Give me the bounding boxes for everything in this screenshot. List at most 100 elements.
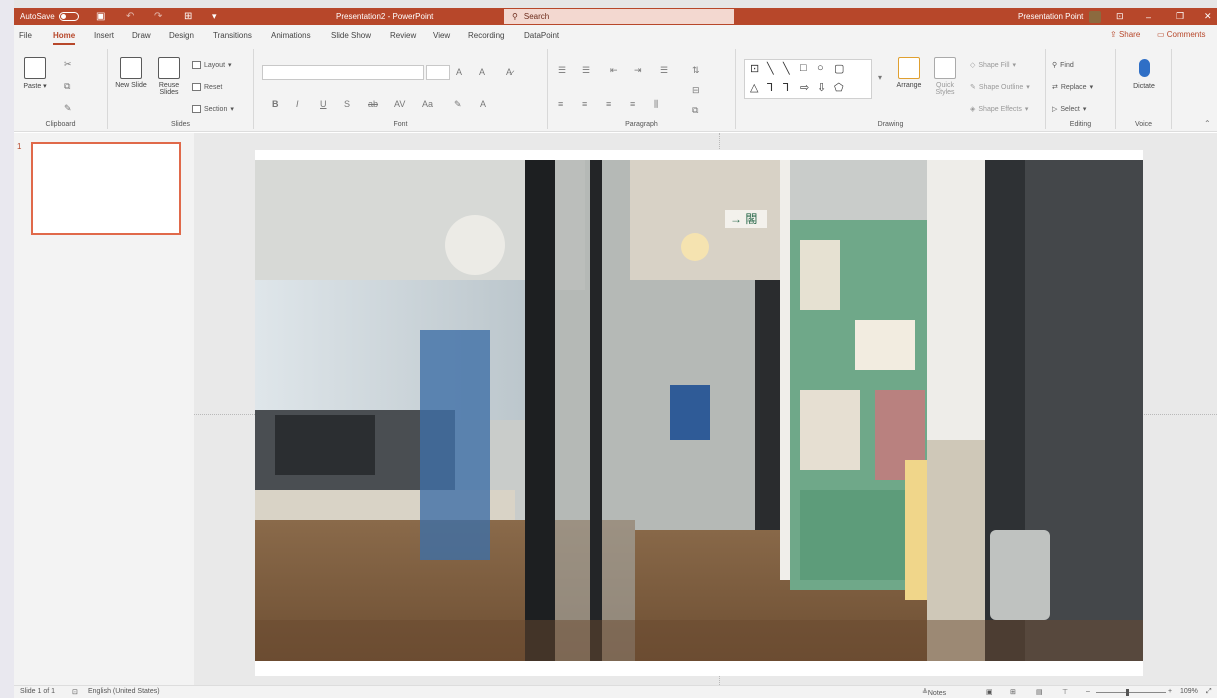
strikethrough-icon[interactable]: ab <box>368 99 378 109</box>
tab-datapoint[interactable]: DataPoint <box>524 31 559 40</box>
font-name-box[interactable] <box>262 65 424 80</box>
columns-icon[interactable]: ⫼ <box>654 99 658 110</box>
autosave-toggle[interactable] <box>58 12 79 21</box>
accessibility-icon[interactable]: ⊡ <box>72 688 78 696</box>
dictate-button[interactable]: Dictate <box>1124 59 1164 90</box>
presentation-icon[interactable]: ⊞ <box>184 8 192 25</box>
underline-icon[interactable]: U <box>320 99 327 109</box>
text-direction-icon[interactable]: ⇅ <box>692 65 700 76</box>
textbox-icon[interactable]: ⊡ <box>750 62 759 75</box>
decrease-indent-icon[interactable]: ⇤ <box>610 65 618 76</box>
reading-view-icon[interactable]: ▤ <box>1036 688 1043 696</box>
freeform-icon[interactable]: ⬠ <box>834 81 844 94</box>
line-icon[interactable]: ╲ <box>767 62 774 75</box>
avatar[interactable] <box>1089 10 1102 23</box>
reuse-slides-button[interactable]: Reuse Slides <box>152 57 186 96</box>
language-indicator[interactable]: English (United States) <box>88 688 160 695</box>
align-left-icon[interactable]: ≡ <box>558 99 563 109</box>
slide-sorter-icon[interactable]: ⊞ <box>1010 688 1016 696</box>
align-center-icon[interactable]: ≡ <box>582 99 587 109</box>
notes-button[interactable]: ≜ Notes <box>922 688 946 697</box>
restore-icon[interactable]: ❐ <box>1176 8 1184 25</box>
shape-effects-button[interactable]: ◈ Shape Effects ▾ <box>970 105 1028 114</box>
right-arrow-icon[interactable]: ⇨ <box>800 81 809 94</box>
minimize-icon[interactable]: – <box>1146 8 1151 25</box>
decrease-font-icon[interactable]: A <box>479 67 485 77</box>
oval-icon[interactable]: ○ <box>817 62 824 74</box>
format-painter-icon[interactable]: ✎ <box>64 103 72 114</box>
section-button[interactable]: Section ▾ <box>192 105 234 113</box>
arrange-button[interactable]: Arrange <box>892 57 926 89</box>
down-arrow-icon[interactable]: ⇩ <box>817 81 826 94</box>
tab-file[interactable]: File <box>19 31 32 40</box>
tab-design[interactable]: Design <box>169 31 194 40</box>
connector-icon[interactable]: ⅂ <box>767 81 773 94</box>
close-icon[interactable]: ✕ <box>1204 8 1212 25</box>
zoom-in-icon[interactable]: + <box>1168 688 1172 695</box>
char-spacing-icon[interactable]: AV <box>394 99 405 109</box>
redo-icon[interactable]: ↷ <box>154 8 162 25</box>
quick-styles-button[interactable]: Quick Styles <box>928 57 962 96</box>
tab-slide-show[interactable]: Slide Show <box>331 31 371 40</box>
share-button[interactable]: ⇪ Share <box>1110 30 1140 39</box>
tab-transitions[interactable]: Transitions <box>213 31 252 40</box>
rounded-rect-icon[interactable]: ▢ <box>834 62 844 75</box>
shapes-gallery[interactable]: ⊡ ╲ ╲ □ ○ ▢ △ ⅂ ⅂ ⇨ ⇩ ⬠ <box>744 59 872 99</box>
paste-button[interactable]: Paste ▾ <box>20 57 50 90</box>
office-photo[interactable]: → 閣 <box>255 160 1143 661</box>
align-right-icon[interactable]: ≡ <box>606 99 611 109</box>
italic-icon[interactable]: I <box>296 99 299 109</box>
tab-animations[interactable]: Animations <box>271 31 311 40</box>
find-button[interactable]: ⚲ Find <box>1052 61 1074 70</box>
shape-fill-button[interactable]: ◇ Shape Fill ▾ <box>970 61 1016 70</box>
justify-icon[interactable]: ≡ <box>630 99 635 109</box>
tab-view[interactable]: View <box>433 31 450 40</box>
replace-button[interactable]: ⇄ Replace ▾ <box>1052 83 1093 92</box>
line-spacing-icon[interactable]: ☰ <box>660 65 668 76</box>
slide-thumbnail[interactable] <box>31 142 181 235</box>
change-case-icon[interactable]: Aa <box>422 99 433 109</box>
collapse-ribbon-icon[interactable]: ⌃ <box>1204 119 1211 128</box>
tab-review[interactable]: Review <box>390 31 416 40</box>
copy-icon[interactable]: ⧉ <box>64 81 70 92</box>
font-size-box[interactable] <box>426 65 450 80</box>
triangle-icon[interactable]: △ <box>750 81 758 94</box>
comments-button[interactable]: ▭ Comments <box>1157 30 1205 39</box>
tab-draw[interactable]: Draw <box>132 31 151 40</box>
slide-show-icon[interactable]: ⊤ <box>1062 688 1068 696</box>
font-color-icon[interactable]: A <box>480 99 486 109</box>
undo-icon[interactable]: ↶ <box>126 8 134 25</box>
clear-format-icon[interactable]: A̷ <box>506 67 512 77</box>
zoom-slider[interactable] <box>1096 692 1166 693</box>
select-button[interactable]: ▷ Select ▾ <box>1052 105 1086 114</box>
tab-home[interactable]: Home <box>53 31 76 45</box>
normal-view-icon[interactable]: ▣ <box>986 688 993 696</box>
tab-insert[interactable]: Insert <box>94 31 114 40</box>
zoom-slider-thumb[interactable] <box>1126 689 1129 696</box>
bullets-icon[interactable]: ☰ <box>558 65 566 76</box>
zoom-level[interactable]: 109% <box>1180 688 1198 695</box>
slide-editing-area[interactable]: → 閣 <box>194 133 1217 685</box>
customize-qat-icon[interactable]: ▾ <box>212 8 217 25</box>
shape-outline-button[interactable]: ✎ Shape Outline ▾ <box>970 83 1030 92</box>
tab-recording[interactable]: Recording <box>468 31 504 40</box>
ribbon-display-icon[interactable]: ⊡ <box>1116 8 1124 25</box>
zoom-out-icon[interactable]: – <box>1086 688 1090 695</box>
shapes-more-icon[interactable]: ▾ <box>878 73 882 82</box>
rectangle-icon[interactable]: □ <box>800 62 807 74</box>
bold-icon[interactable]: B <box>272 99 279 109</box>
smartart-icon[interactable]: ⧉ <box>692 105 698 116</box>
increase-font-icon[interactable]: A <box>456 67 462 77</box>
numbering-icon[interactable]: ☰ <box>582 65 590 76</box>
save-icon[interactable]: ▣ <box>96 8 105 25</box>
cut-icon[interactable]: ✂ <box>64 59 72 70</box>
fit-to-window-icon[interactable]: ⤢ <box>1206 688 1212 696</box>
account-area[interactable]: Presentation Point <box>1018 8 1102 25</box>
increase-indent-icon[interactable]: ⇥ <box>634 65 642 76</box>
arrow-line-icon[interactable]: ╲ <box>783 62 790 75</box>
elbow-connector-icon[interactable]: ⅂ <box>783 81 789 94</box>
new-slide-button[interactable]: New Slide <box>114 57 148 89</box>
search-box[interactable]: ⚲ Search <box>504 9 734 24</box>
shadow-icon[interactable]: S <box>344 99 350 109</box>
layout-button[interactable]: Layout ▾ <box>192 61 232 69</box>
